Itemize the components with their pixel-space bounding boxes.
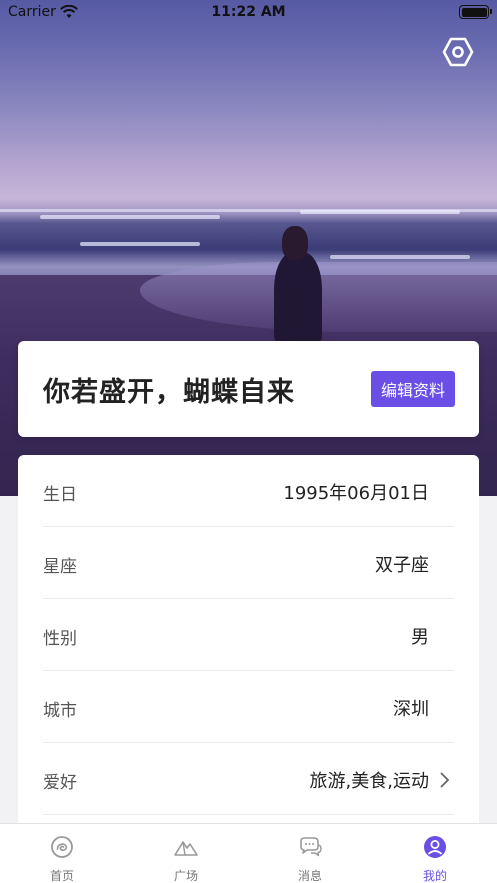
edit-profile-button[interactable]: 编辑资料 <box>371 371 455 407</box>
info-label: 爱好 <box>43 773 77 793</box>
chat-bubbles-icon <box>300 837 322 857</box>
info-value: 双子座 <box>375 555 429 576</box>
info-value: 男 <box>411 627 429 648</box>
profile-slogan: 你若盛开，蝴蝶自来 <box>43 377 295 408</box>
info-value: 旅游,美食,运动 <box>309 771 429 792</box>
info-row-hobbies[interactable]: 爱好 旅游,美食,运动 <box>43 743 454 815</box>
info-row-zodiac[interactable]: 星座 双子座 <box>43 527 454 599</box>
info-label: 性别 <box>43 629 77 649</box>
user-icon <box>424 836 446 858</box>
info-value: 深圳 <box>393 699 429 720</box>
profile-name-card: 你若盛开，蝴蝶自来 编辑资料 <box>18 341 479 437</box>
status-bar: Carrier 11:22 AM <box>0 0 497 26</box>
tab-square[interactable]: 广场 <box>124 824 248 883</box>
tab-messages[interactable]: 消息 <box>248 824 372 883</box>
home-swirl-icon <box>51 836 73 858</box>
info-value: 1995年06月01日 <box>283 483 429 504</box>
info-row-birthday[interactable]: 生日 1995年06月01日 <box>43 455 454 527</box>
tab-mine[interactable]: 我的 <box>373 824 497 883</box>
info-label: 生日 <box>43 485 77 505</box>
tab-label: 我的 <box>422 869 447 883</box>
mountain-icon <box>174 841 198 856</box>
info-label: 城市 <box>43 701 77 721</box>
info-row-gender[interactable]: 性别 男 <box>43 599 454 671</box>
person-silhouette <box>270 226 326 344</box>
tab-home[interactable]: 首页 <box>0 824 124 883</box>
tab-label: 首页 <box>49 869 74 883</box>
profile-info-card: 生日 1995年06月01日 星座 双子座 性别 男 城市 深圳 爱好 旅游,美… <box>18 455 479 835</box>
tab-bar: 首页 广场 消息 我的 <box>0 823 497 883</box>
info-row-city[interactable]: 城市 深圳 <box>43 671 454 743</box>
tab-label: 消息 <box>297 869 322 883</box>
settings-icon[interactable] <box>441 36 475 68</box>
tab-label: 广场 <box>173 869 198 883</box>
chevron-right-icon <box>440 772 450 788</box>
battery-icon <box>459 5 492 19</box>
info-label: 星座 <box>43 557 77 577</box>
clock: 11:22 AM <box>211 4 286 20</box>
